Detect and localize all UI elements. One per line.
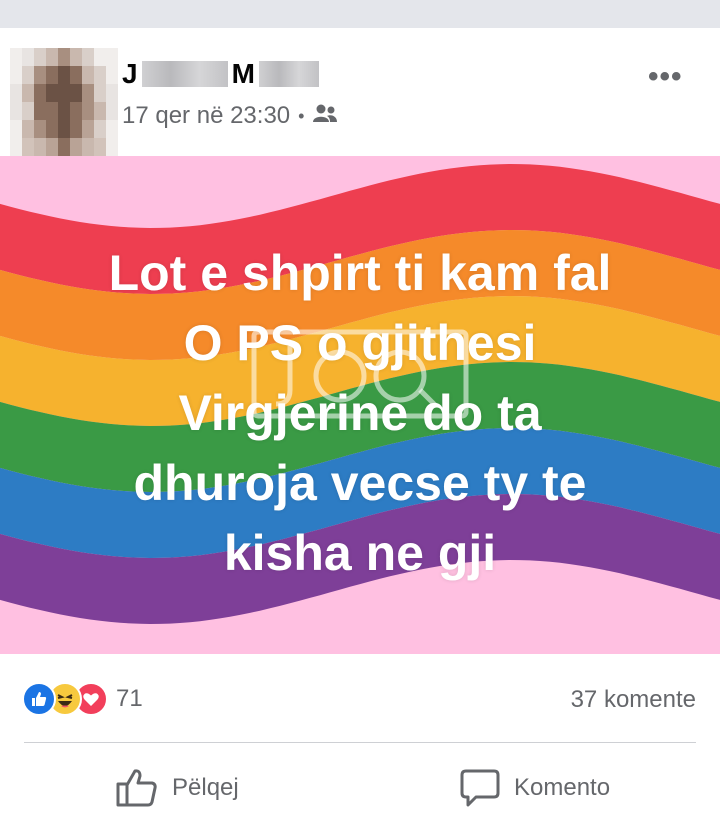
avatar-pixel — [82, 48, 94, 66]
avatar-pixel — [70, 102, 82, 120]
avatar-pixel — [70, 138, 82, 156]
avatar-pixel — [70, 48, 82, 66]
avatar-pixel — [58, 120, 70, 138]
more-options-icon[interactable]: ••• — [648, 60, 683, 94]
avatar-pixel — [46, 66, 58, 84]
avatar-pixel — [46, 138, 58, 156]
avatar-pixel — [34, 102, 46, 120]
avatar-pixel — [58, 84, 70, 102]
avatar-pixel — [22, 84, 34, 102]
post-timestamp[interactable]: 17 qer në 23:30 — [122, 102, 290, 130]
avatar-pixel — [10, 120, 22, 138]
avatar-pixel — [94, 120, 106, 138]
comment-button-label: Komento — [514, 774, 611, 801]
avatar-pixel — [46, 84, 58, 102]
avatar-pixel — [22, 138, 34, 156]
avatar-pixel — [22, 120, 34, 138]
avatar-pixel — [82, 120, 94, 138]
avatar[interactable] — [10, 48, 118, 156]
top-divider-strip — [0, 0, 720, 28]
avatar-pixel — [10, 138, 22, 156]
avatar-pixel — [34, 84, 46, 102]
avatar-pixel — [22, 102, 34, 120]
post-meta: 17 qer në 23:30 • — [122, 102, 338, 130]
avatar-pixel — [10, 84, 22, 102]
post-text-line: dhuroja vecse ty te — [133, 455, 587, 511]
post-header: J M 17 qer në 23:30 • ••• — [0, 28, 720, 156]
author-initial-first: J — [122, 58, 138, 89]
comment-bubble-icon — [460, 769, 500, 807]
avatar-pixel — [10, 66, 22, 84]
avatar-pixel — [106, 120, 118, 138]
avatar-pixel — [70, 120, 82, 138]
avatar-pixel — [58, 66, 70, 84]
avatar-pixel — [106, 48, 118, 66]
avatar-pixel — [106, 84, 118, 102]
avatar-pixel — [94, 102, 106, 120]
avatar-pixel — [58, 138, 70, 156]
avatar-pixel — [34, 66, 46, 84]
like-reaction-icon — [22, 682, 56, 716]
avatar-pixel — [94, 84, 106, 102]
author-name[interactable]: J M — [122, 58, 323, 90]
avatar-pixel — [70, 84, 82, 102]
redacted-name-block — [141, 61, 228, 87]
avatar-pixel — [58, 48, 70, 66]
post-actions: Pëlqej Komento — [0, 744, 720, 824]
avatar-pixel — [34, 48, 46, 66]
comments-count[interactable]: 37 komente — [571, 686, 696, 714]
avatar-pixel — [34, 138, 46, 156]
post-text-line: Lot e shpirt ti kam fal — [108, 245, 612, 301]
avatar-pixel — [22, 66, 34, 84]
reactions-summary[interactable]: 71 — [22, 682, 143, 716]
avatar-pixel — [94, 66, 106, 84]
watermark-logo — [251, 329, 469, 419]
avatar-pixel — [106, 138, 118, 156]
avatar-pixel — [82, 66, 94, 84]
avatar-pixel — [34, 120, 46, 138]
meta-separator: • — [298, 105, 305, 126]
friends-icon[interactable] — [312, 102, 338, 130]
avatar-pixel — [94, 48, 106, 66]
avatar-pixel — [82, 138, 94, 156]
avatar-pixel — [10, 48, 22, 66]
reaction-count: 71 — [116, 685, 143, 712]
post-stats: 71 37 komente — [0, 654, 720, 742]
actions-divider — [24, 742, 696, 743]
like-button[interactable]: Pëlqej — [116, 768, 239, 808]
avatar-pixel — [70, 66, 82, 84]
comment-button[interactable]: Komento — [460, 768, 610, 808]
avatar-pixel — [106, 102, 118, 120]
post-text-line: kisha ne gji — [223, 525, 497, 581]
avatar-pixel — [46, 102, 58, 120]
redacted-name-block — [258, 61, 319, 87]
like-button-label: Pëlqej — [172, 774, 239, 801]
avatar-pixel — [58, 102, 70, 120]
post-image[interactable]: Lot e shpirt ti kam fal O PS o gjithesi … — [0, 156, 720, 654]
avatar-pixel — [94, 138, 106, 156]
thumbs-up-icon — [116, 769, 157, 807]
avatar-pixel — [22, 48, 34, 66]
avatar-pixel — [82, 102, 94, 120]
avatar-pixel — [106, 66, 118, 84]
avatar-pixel — [46, 120, 58, 138]
avatar-pixel — [10, 102, 22, 120]
avatar-pixel — [82, 84, 94, 102]
avatar-pixel — [46, 48, 58, 66]
author-initial-last: M — [231, 58, 255, 89]
